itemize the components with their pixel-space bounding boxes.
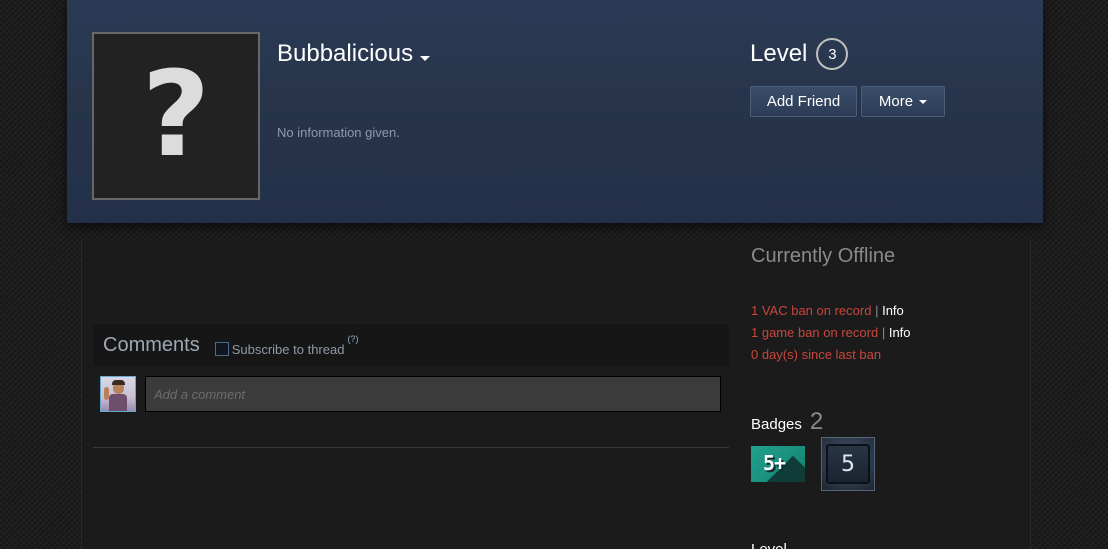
badges-section-title[interactable]: Badges 2	[751, 408, 823, 436]
subscribe-help-link[interactable]: (?)	[347, 334, 358, 344]
profile-level: Level 3	[750, 38, 849, 70]
game-ban-status: 1 game ban on record | Info	[751, 325, 911, 340]
persona-name-dropdown[interactable]: Bubbalicious	[277, 40, 431, 68]
caret-down-icon	[420, 55, 431, 61]
days-since-ban: 0 day(s) since last ban	[751, 347, 882, 362]
comments-divider	[93, 447, 729, 448]
comment-input[interactable]	[145, 376, 721, 412]
persona-name: Bubbalicious	[277, 40, 414, 67]
game-ban-info-link[interactable]: Info	[889, 325, 911, 340]
avatar-torso	[109, 394, 127, 411]
steam-level-badge[interactable]: 5	[821, 437, 875, 491]
badges-count: 2	[809, 408, 824, 435]
avatar-hair	[112, 380, 125, 385]
more-button[interactable]: More	[861, 86, 945, 117]
years-badge-text: 5+	[763, 451, 786, 475]
online-status: Currently Offline	[751, 245, 896, 267]
subscribe-label[interactable]: Subscribe to thread	[232, 342, 345, 357]
subscribe-checkbox[interactable]	[214, 342, 229, 356]
more-button-label: More	[878, 93, 914, 110]
profile-avatar: ?	[92, 32, 260, 200]
vac-ban-text: 1 VAC ban on record	[751, 303, 872, 318]
badges-label: Badges	[751, 416, 802, 433]
level-label: Level	[750, 40, 808, 67]
profile-header: ? Bubbalicious No information given. Lev…	[67, 0, 1043, 223]
comments-title: Comments	[103, 333, 200, 356]
add-friend-button[interactable]: Add Friend	[750, 86, 857, 117]
vac-ban-info-link[interactable]: Info	[882, 303, 904, 318]
comments-header: Comments Subscribe to thread (?)	[93, 324, 729, 366]
question-mark-icon: ?	[141, 45, 211, 183]
ban-separator: |	[881, 325, 886, 340]
level-badge: 3	[816, 38, 849, 70]
years-of-service-badge[interactable]: 5+	[751, 446, 805, 482]
profile-summary: No information given.	[277, 125, 400, 140]
ban-separator: |	[875, 303, 879, 318]
game-ban-text: 1 game ban on record	[751, 325, 879, 340]
next-section-label: Level	[751, 541, 787, 549]
level-badge-text: 5	[826, 444, 870, 484]
caret-down-icon	[919, 99, 928, 104]
current-user-avatar[interactable]	[100, 376, 136, 412]
avatar-arm	[104, 387, 109, 400]
vac-ban-status: 1 VAC ban on record | Info	[751, 303, 904, 318]
profile-content: Comments Subscribe to thread (?) Current…	[81, 240, 1031, 549]
